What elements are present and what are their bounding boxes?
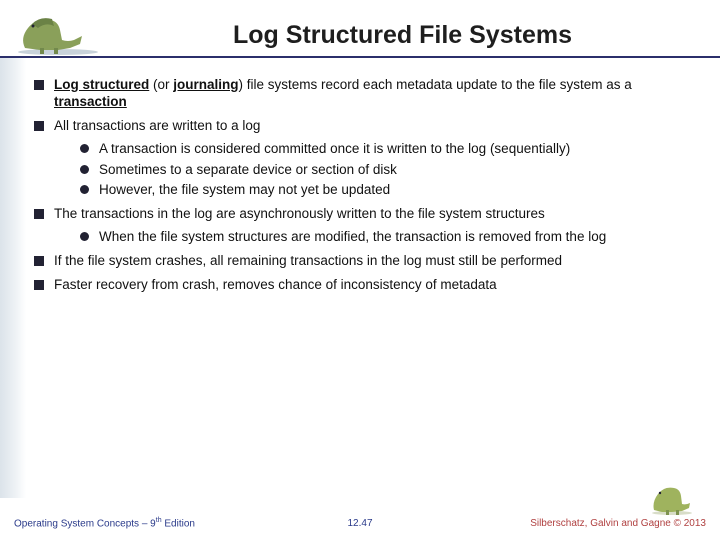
bullet-text: However, the file system may not yet be … — [99, 182, 390, 199]
square-bullet-icon — [34, 80, 44, 90]
bullet-text: When the file system structures are modi… — [99, 229, 606, 246]
bullet-level2: However, the file system may not yet be … — [80, 182, 702, 199]
term-log-structured: Log structured — [54, 77, 149, 92]
term-journaling: journaling — [173, 77, 238, 92]
dinosaur-logo — [10, 10, 105, 56]
circle-bullet-icon — [80, 144, 89, 153]
circle-bullet-icon — [80, 165, 89, 174]
footer-copyright: Silberschatz, Galvin and Gagne © 2013 — [410, 518, 706, 529]
slide-footer: Operating System Concepts – 9th Edition … — [0, 506, 720, 540]
square-bullet-icon — [34, 280, 44, 290]
bullet-text: Sometimes to a separate device or sectio… — [99, 162, 397, 179]
slide-title: Log Structured File Systems — [105, 21, 700, 56]
bullet-level1: The transactions in the log are asynchro… — [34, 206, 702, 223]
square-bullet-icon — [34, 256, 44, 266]
slide-body: Log structured (or journaling) file syst… — [30, 70, 702, 300]
square-bullet-icon — [34, 121, 44, 131]
bullet-level2: A transaction is considered committed on… — [80, 141, 702, 158]
square-bullet-icon — [34, 209, 44, 219]
bullet-level1: If the file system crashes, all remainin… — [34, 253, 702, 270]
bullet-level2: Sometimes to a separate device or sectio… — [80, 162, 702, 179]
bullet-text: A transaction is considered committed on… — [99, 141, 570, 158]
bullet-text: Log structured (or journaling) file syst… — [54, 77, 702, 111]
bullet-level1: All transactions are written to a log — [34, 118, 702, 135]
bullet-level1: Faster recovery from crash, removes chan… — [34, 277, 702, 294]
term-transaction: transaction — [54, 94, 127, 109]
bullet-text: All transactions are written to a log — [54, 118, 260, 135]
bullet-level1: Log structured (or journaling) file syst… — [34, 77, 702, 111]
footer-left: Operating System Concepts – 9th Edition — [14, 517, 310, 529]
footer-page-number: 12.47 — [310, 518, 410, 529]
left-gradient-sidebar — [0, 58, 26, 498]
slide-header: Log Structured File Systems — [0, 0, 720, 58]
bullet-level2: When the file system structures are modi… — [80, 229, 702, 246]
circle-bullet-icon — [80, 232, 89, 241]
bullet-text: The transactions in the log are asynchro… — [54, 206, 545, 223]
circle-bullet-icon — [80, 185, 89, 194]
bullet-text: If the file system crashes, all remainin… — [54, 253, 562, 270]
bullet-text: Faster recovery from crash, removes chan… — [54, 277, 497, 294]
